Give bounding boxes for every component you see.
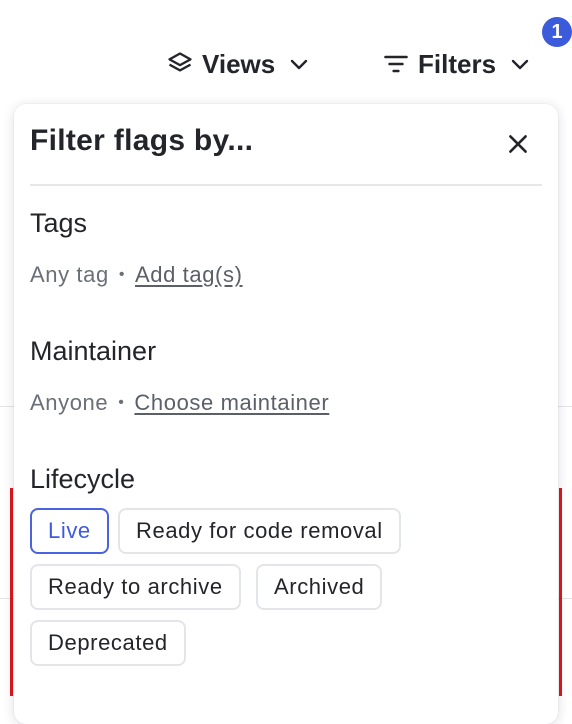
lifecycle-chip-archived[interactable]: Archived [256,564,383,610]
filter-lines-icon [382,50,410,78]
chevron-down-icon [287,52,311,76]
tags-value: Any tag [30,262,109,287]
panel-divider [30,184,542,186]
background-alert-edge-left [10,488,13,696]
lifecycle-chip-deprecated[interactable]: Deprecated [30,620,186,666]
filters-count-badge: 1 [542,17,572,47]
close-button[interactable] [502,130,534,162]
views-label: Views [202,48,276,79]
panel-title: Filter flags by... [30,124,254,157]
choose-maintainer-link[interactable]: Choose maintainer [134,390,329,416]
filters-label: Filters [418,48,497,79]
chip-label: Ready to archive [48,574,223,599]
chip-label: Ready for code removal [136,518,383,543]
maintainer-row: Anyone • Choose maintainer [30,390,329,416]
background-alert-edge-right [559,488,562,696]
filters-button[interactable]: Filters [382,44,532,84]
tags-row: Any tag • Add tag(s) [30,262,243,288]
maintainer-value: Anyone [30,390,109,415]
chip-label: Live [48,518,91,543]
lifecycle-chip-ready-to-archive[interactable]: Ready to archive [30,564,241,610]
chevron-down-icon [508,52,532,76]
views-button[interactable]: Views [166,44,311,84]
lifecycle-section-title: Lifecycle [30,464,136,494]
filter-panel: Filter flags by... Tags Any tag • Add ta… [14,104,558,724]
layers-icon [166,50,194,78]
separator-dot: • [118,394,125,411]
lifecycle-chip-live[interactable]: Live [30,508,109,554]
chip-label: Archived [274,574,365,599]
lifecycle-chip-ready-for-code-removal[interactable]: Ready for code removal [118,508,401,554]
add-tags-link[interactable]: Add tag(s) [135,262,243,288]
close-icon [505,131,531,162]
tags-section-title: Tags [30,208,88,238]
separator-dot: • [118,266,126,283]
maintainer-section-title: Maintainer [30,336,157,366]
chip-label: Deprecated [48,630,168,655]
